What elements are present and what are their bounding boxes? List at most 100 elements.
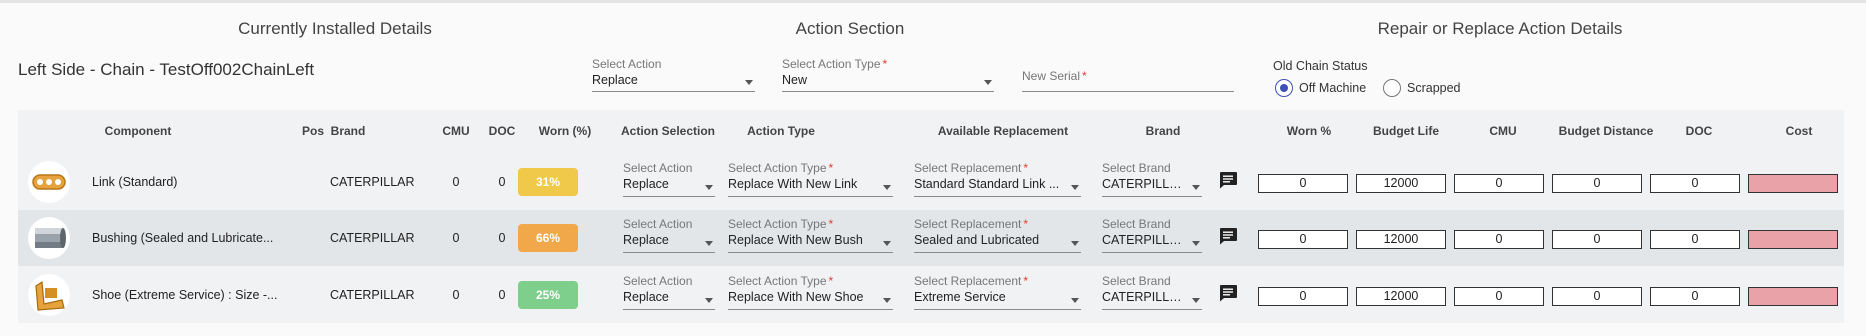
row-replacement-label: Select Replacement * (914, 217, 1029, 231)
row-select-action-label: Select Action (623, 274, 693, 288)
old-chain-status-label: Old Chain Status (1273, 59, 1368, 73)
cmu-input[interactable]: 0 (1454, 174, 1544, 193)
select-action-type-dropdown[interactable]: Select Action Type * New (782, 57, 994, 92)
budget-distance-input[interactable]: 0 (1552, 287, 1642, 306)
cost-input[interactable] (1748, 174, 1838, 193)
worn-badge: 25% (518, 281, 578, 309)
doc-input[interactable]: 0 (1650, 174, 1740, 193)
section-title-repair: Repair or Replace Action Details (1377, 19, 1623, 38)
chevron-down-icon (745, 80, 753, 85)
worn-pct-input[interactable]: 0 (1258, 287, 1348, 306)
doc-input[interactable]: 0 (1650, 230, 1740, 249)
underline (914, 196, 1081, 197)
required-marker: * (828, 274, 834, 288)
row-brand-dropdown[interactable]: Select Brand CATERPILLAR (1102, 161, 1202, 197)
col-budget-life: Budget Life (1373, 124, 1439, 138)
row-replacement-dropdown[interactable]: Select Replacement * Sealed and Lubricate… (914, 217, 1081, 253)
bushing-icon (28, 217, 70, 259)
cmu-input[interactable]: 0 (1454, 287, 1544, 306)
underline (728, 309, 893, 310)
col-action-selection: Action Selection (620, 124, 715, 138)
component-name: Shoe (Extreme Service) : Size -... (92, 288, 278, 302)
select-action-type-value: New (782, 73, 808, 87)
underline (623, 252, 715, 253)
row-action-type-value: Replace With New Bush (728, 233, 863, 247)
row-brand-dropdown[interactable]: Select Brand CATERPILLAR (1102, 274, 1202, 310)
component-cmu: 0 (452, 288, 460, 302)
row-replacement-value: Standard Standard Link ... (914, 177, 1060, 191)
col-doc: DOC (488, 124, 516, 138)
chevron-down-icon (1192, 241, 1200, 246)
chevron-down-icon (883, 241, 891, 246)
row-select-action-label: Select Action (623, 217, 693, 231)
budget-life-input[interactable]: 12000 (1356, 174, 1446, 193)
doc-input[interactable]: 0 (1650, 287, 1740, 306)
chevron-down-icon (705, 185, 713, 190)
component-brand: CATERPILLAR (330, 231, 415, 245)
table-row: Link (Standard) CATERPILLAR 0 0 31% Sele… (18, 154, 1844, 210)
col-action-type: Action Type (747, 124, 815, 138)
col-budget-distance: Budget Distance (1558, 124, 1654, 138)
worn-badge: 31% (518, 168, 578, 196)
chevron-down-icon (883, 185, 891, 190)
row-select-action-dropdown[interactable]: Select Action Replace (623, 161, 715, 197)
row-action-type-label: Select Action Type * (728, 274, 834, 288)
table-row: Bushing (Sealed and Lubricate... CATERPI… (18, 210, 1844, 266)
row-select-action-value: Replace (623, 233, 669, 247)
row-brand-label: Select Brand (1102, 274, 1171, 288)
chevron-down-icon (1071, 185, 1079, 190)
comment-icon[interactable] (1218, 171, 1238, 189)
budget-life-input[interactable]: 12000 (1356, 287, 1446, 306)
select-action-value: Replace (592, 73, 638, 87)
cost-input[interactable] (1748, 287, 1838, 306)
radio-off-machine[interactable]: Off Machine (1275, 79, 1366, 97)
chevron-down-icon (705, 298, 713, 303)
component-name: Bushing (Sealed and Lubricate... (92, 231, 274, 245)
col-cmu: CMU (442, 124, 470, 138)
radio-label: Scrapped (1407, 81, 1461, 95)
required-marker: * (1023, 217, 1029, 231)
comment-icon[interactable] (1218, 284, 1238, 302)
row-replacement-dropdown[interactable]: Select Replacement * Extreme Service (914, 274, 1081, 310)
worn-pct-input[interactable]: 0 (1258, 174, 1348, 193)
underline (914, 309, 1081, 310)
budget-distance-input[interactable]: 0 (1552, 230, 1642, 249)
cmu-input[interactable]: 0 (1454, 230, 1544, 249)
row-action-type-label: Select Action Type * (728, 217, 834, 231)
row-select-action-dropdown[interactable]: Select Action Replace (623, 274, 715, 310)
chevron-down-icon (883, 298, 891, 303)
row-select-action-dropdown[interactable]: Select Action Replace (623, 217, 715, 253)
row-replacement-value: Sealed and Lubricated (914, 233, 1040, 247)
row-replacement-dropdown[interactable]: Select Replacement * Standard Standard Li… (914, 161, 1081, 197)
required-marker: * (828, 161, 834, 175)
row-brand-value: CATERPILLAR (1102, 177, 1187, 191)
select-action-type-label: Select Action Type * (782, 57, 888, 71)
chevron-down-icon (1071, 241, 1079, 246)
budget-distance-input[interactable]: 0 (1552, 174, 1642, 193)
worn-pct-input[interactable]: 0 (1258, 230, 1348, 249)
col-worn-pct: Worn % (1286, 124, 1332, 138)
radio-label: Off Machine (1299, 81, 1367, 95)
row-action-type-value: Replace With New Link (728, 177, 858, 191)
chevron-down-icon (1071, 298, 1079, 303)
select-action-label: Select Action (592, 57, 662, 71)
col-worn: Worn (%) (538, 124, 592, 138)
new-serial-label: New Serial * (1022, 69, 1087, 83)
row-action-type-dropdown[interactable]: Select Action Type * Replace With New Sho… (728, 274, 893, 310)
row-action-type-dropdown[interactable]: Select Action Type * Replace With New Lin… (728, 161, 893, 197)
radio-scrapped[interactable]: Scrapped (1383, 79, 1461, 97)
new-serial-input[interactable]: New Serial * (1022, 69, 1234, 92)
row-brand-label: Select Brand (1102, 217, 1171, 231)
underline (728, 252, 893, 253)
col-brand: Brand (330, 124, 366, 138)
comment-icon[interactable] (1218, 227, 1238, 245)
component-doc: 0 (498, 175, 506, 189)
section-title-installed: Currently Installed Details (238, 19, 432, 38)
row-brand-dropdown[interactable]: Select Brand CATERPILLAR (1102, 217, 1202, 253)
select-action-dropdown[interactable]: Select Action Replace (592, 57, 755, 92)
cost-input[interactable] (1748, 230, 1838, 249)
worn-badge: 66% (518, 224, 578, 252)
row-action-type-dropdown[interactable]: Select Action Type * Replace With New Bus… (728, 217, 893, 253)
underline (1102, 252, 1202, 253)
budget-life-input[interactable]: 12000 (1356, 230, 1446, 249)
